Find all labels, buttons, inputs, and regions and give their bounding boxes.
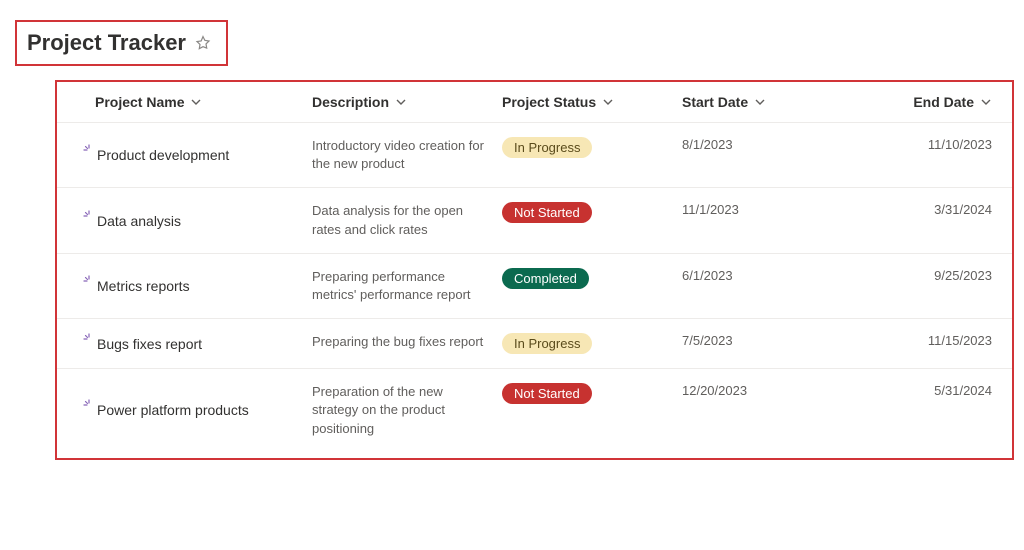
- cell-end-date: 11/15/2023: [867, 333, 1012, 354]
- column-header-label: Start Date: [682, 94, 748, 110]
- cell-status: Not Started: [502, 383, 682, 438]
- cell-end-date: 11/10/2023: [867, 137, 1012, 173]
- chevron-down-icon: [754, 96, 766, 108]
- cell-project-name: Metrics reports: [57, 268, 312, 304]
- chevron-down-icon: [602, 96, 614, 108]
- column-header-start-date[interactable]: Start Date: [682, 94, 867, 110]
- project-name-text: Data analysis: [97, 213, 181, 229]
- cell-end-date: 9/25/2023: [867, 268, 1012, 304]
- column-header-label: End Date: [913, 94, 974, 110]
- status-badge: In Progress: [502, 333, 592, 354]
- new-item-icon: [85, 216, 95, 226]
- cell-description: Introductory video creation for the new …: [312, 137, 502, 173]
- cell-project-name: Product development: [57, 137, 312, 173]
- cell-start-date: 6/1/2023: [682, 268, 867, 304]
- new-item-icon: [85, 405, 95, 415]
- column-header-status[interactable]: Project Status: [502, 94, 682, 110]
- column-headers: Project Name Description Project Status …: [57, 82, 1012, 123]
- chevron-down-icon: [395, 96, 407, 108]
- table-row[interactable]: Metrics reports Preparing performance met…: [57, 254, 1012, 319]
- status-badge: Not Started: [502, 202, 592, 223]
- page-title-container: Project Tracker: [15, 20, 228, 66]
- cell-project-name: Bugs fixes report: [57, 333, 312, 354]
- cell-description: Data analysis for the open rates and cli…: [312, 202, 502, 238]
- cell-end-date: 5/31/2024: [867, 383, 1012, 438]
- table-row[interactable]: Data analysis Data analysis for the open …: [57, 188, 1012, 253]
- status-badge: Completed: [502, 268, 589, 289]
- cell-start-date: 7/5/2023: [682, 333, 867, 354]
- column-header-end-date[interactable]: End Date: [867, 94, 1012, 110]
- table-row[interactable]: Bugs fixes report Preparing the bug fixes…: [57, 319, 1012, 369]
- cell-project-name: Data analysis: [57, 202, 312, 238]
- cell-description: Preparation of the new strategy on the p…: [312, 383, 502, 438]
- cell-description: Preparing performance metrics' performan…: [312, 268, 502, 304]
- status-badge: In Progress: [502, 137, 592, 158]
- cell-start-date: 12/20/2023: [682, 383, 867, 438]
- table-row[interactable]: Product development Introductory video cr…: [57, 123, 1012, 188]
- list-body: Product development Introductory video cr…: [57, 123, 1012, 452]
- column-header-label: Description: [312, 94, 389, 110]
- new-item-icon: [85, 339, 95, 349]
- cell-start-date: 8/1/2023: [682, 137, 867, 173]
- chevron-down-icon: [190, 96, 202, 108]
- chevron-down-icon: [980, 96, 992, 108]
- status-badge: Not Started: [502, 383, 592, 404]
- page-title: Project Tracker: [27, 30, 186, 56]
- project-name-text: Power platform products: [97, 402, 249, 418]
- cell-status: Not Started: [502, 202, 682, 238]
- new-item-icon: [85, 281, 95, 291]
- column-header-label: Project Name: [95, 94, 184, 110]
- cell-status: In Progress: [502, 333, 682, 354]
- project-list: Project Name Description Project Status …: [55, 80, 1014, 460]
- column-header-project-name[interactable]: Project Name: [57, 94, 312, 110]
- column-header-label: Project Status: [502, 94, 596, 110]
- cell-status: Completed: [502, 268, 682, 304]
- project-name-text: Bugs fixes report: [97, 336, 202, 352]
- favorite-star-icon[interactable]: [194, 34, 212, 52]
- cell-project-name: Power platform products: [57, 383, 312, 438]
- project-name-text: Product development: [97, 147, 229, 163]
- new-item-icon: [85, 150, 95, 160]
- cell-description: Preparing the bug fixes report: [312, 333, 502, 354]
- project-name-text: Metrics reports: [97, 278, 190, 294]
- cell-start-date: 11/1/2023: [682, 202, 867, 238]
- cell-status: In Progress: [502, 137, 682, 173]
- cell-end-date: 3/31/2024: [867, 202, 1012, 238]
- column-header-description[interactable]: Description: [312, 94, 502, 110]
- table-row[interactable]: Power platform products Preparation of th…: [57, 369, 1012, 452]
